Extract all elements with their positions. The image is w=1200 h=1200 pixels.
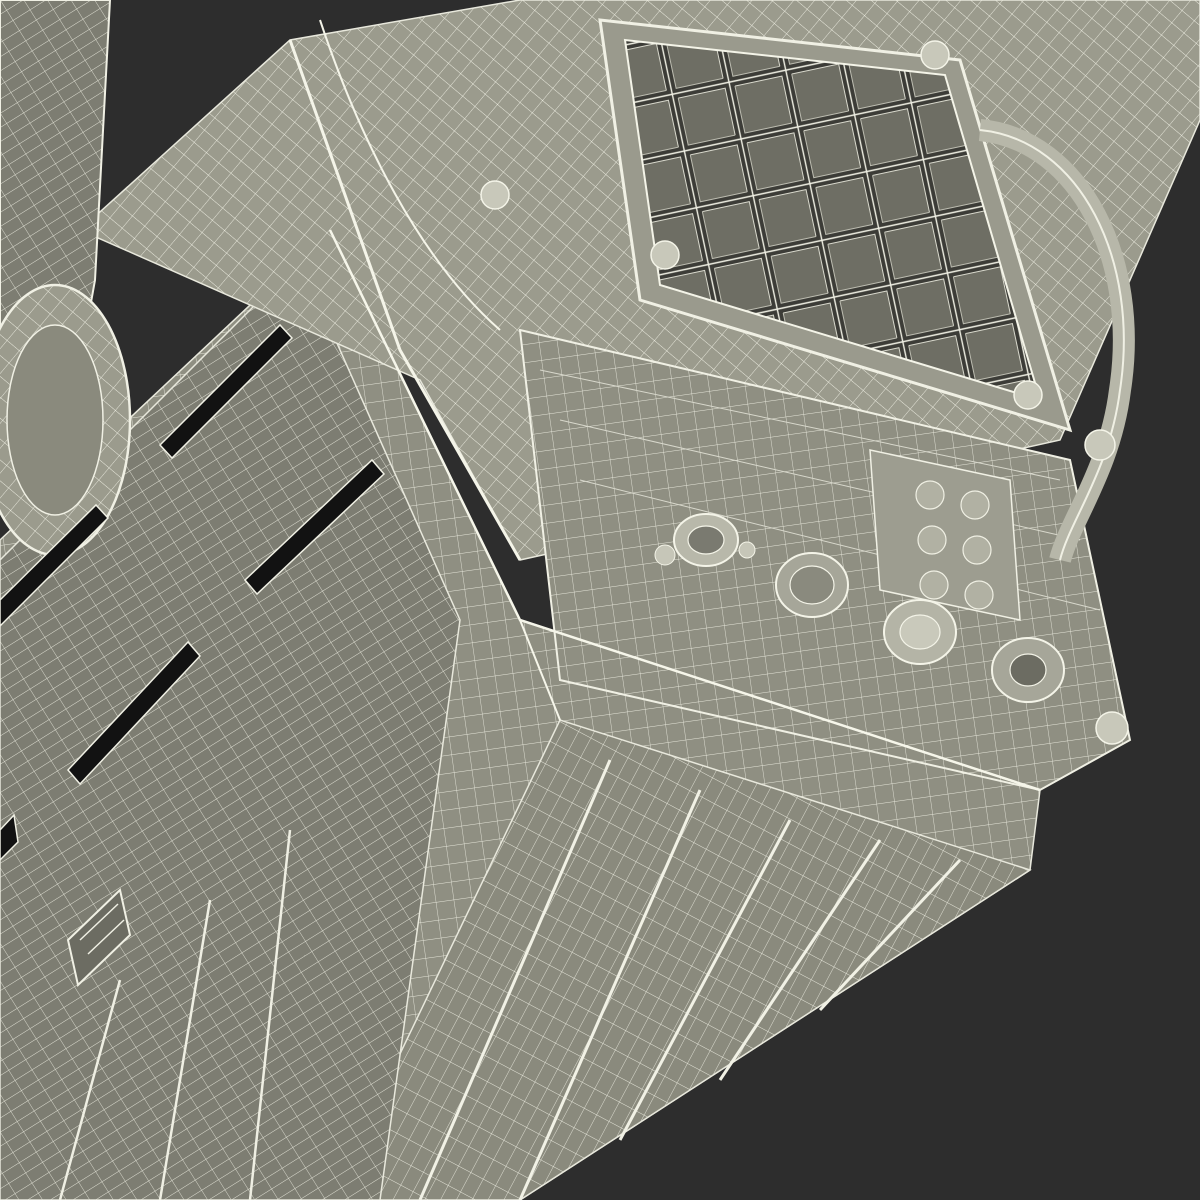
render-canvas	[0, 0, 1200, 1200]
corner-screw	[1095, 711, 1129, 745]
handle-screw	[1084, 429, 1116, 461]
wireframe-fixture-render	[0, 0, 1200, 1200]
